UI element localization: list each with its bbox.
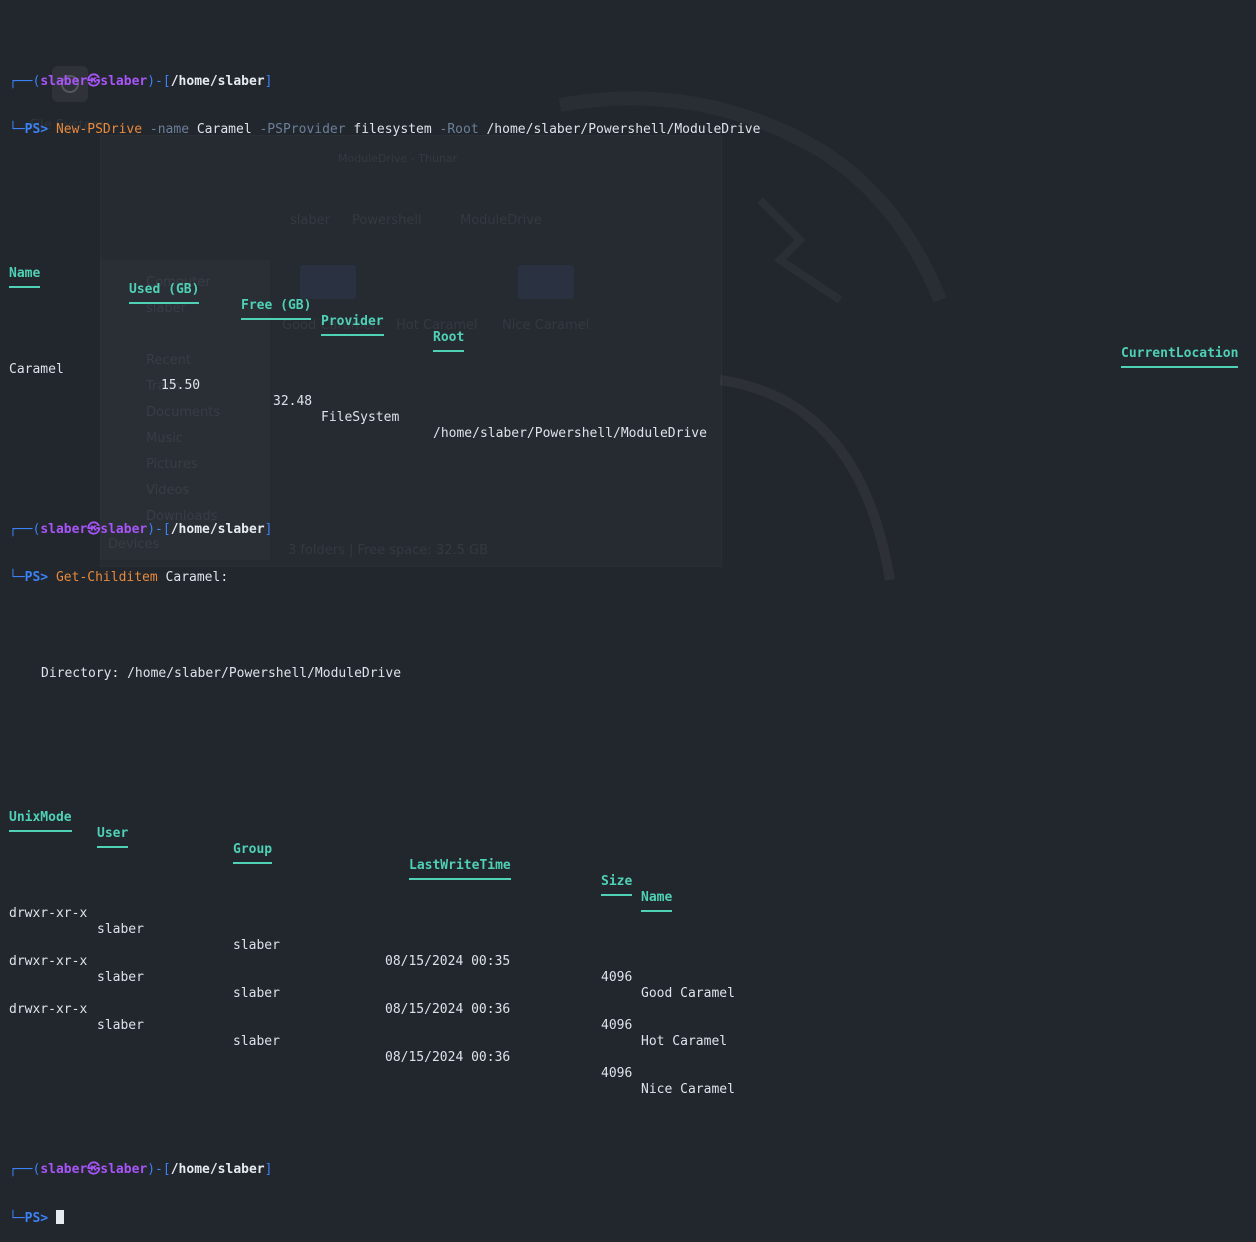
col-current-location: CurrentLocation bbox=[1121, 346, 1239, 368]
table-row: Caramel 15.50 32.48 FileSystem /home/sla… bbox=[9, 362, 707, 441]
prompt-path: /home/slaber bbox=[170, 1162, 265, 1177]
prompt-header: ┌──(slaber㉿slaber)-[/home/slaber] bbox=[9, 74, 273, 89]
col-lastwritetime: LastWriteTime bbox=[409, 858, 511, 880]
col-provider: Provider bbox=[321, 314, 384, 336]
text-cursor[interactable] bbox=[55, 1210, 64, 1224]
ps-prompt: PS> bbox=[24, 122, 49, 137]
terminal-output[interactable]: ┌──(slaber㉿slaber)-[/home/slaber] └─PS> … bbox=[9, 10, 1239, 1242]
prompt-user: slaber㉿slaber bbox=[40, 74, 148, 89]
directory-line: Directory: /home/slaber/Powershell/Modul… bbox=[41, 666, 402, 681]
col-group: Group bbox=[233, 842, 273, 864]
prompt-user: slaber㉿slaber bbox=[40, 1162, 148, 1177]
command-name: Get-Childitem bbox=[55, 570, 158, 585]
col-name: Name bbox=[9, 266, 41, 288]
col-user: User bbox=[97, 826, 129, 848]
table-row: drwxr-xr-x slaber slaber 08/15/2024 00:3… bbox=[9, 1002, 735, 1097]
ps-prompt: PS> bbox=[24, 570, 49, 585]
drive-table-header: Name Used (GB) Free (GB) Provider Root C… bbox=[9, 250, 1239, 368]
command-name: New-PSDrive bbox=[55, 122, 143, 137]
col-size: Size bbox=[601, 874, 633, 896]
prompt-user: slaber㉿slaber bbox=[40, 522, 148, 537]
command-line[interactable]: └─PS> bbox=[9, 1210, 760, 1226]
col-used: Used (GB) bbox=[129, 282, 200, 304]
child-table-header: UnixMode User Group LastWriteTime Size N… bbox=[9, 794, 760, 912]
table-row: drwxr-xr-x slaber slaber 08/15/2024 00:3… bbox=[9, 906, 735, 1001]
command-line: └─PS> Get-Childitem Caramel: bbox=[9, 570, 229, 585]
ps-prompt: PS> bbox=[24, 1211, 49, 1226]
col-root: Root bbox=[433, 330, 465, 352]
col-free: Free (GB) bbox=[241, 298, 312, 320]
prompt-header: ┌──(slaber㉿slaber)-[/home/slaber] bbox=[9, 522, 273, 537]
col-unixmode: UnixMode bbox=[9, 810, 72, 832]
prompt-path: /home/slaber bbox=[170, 74, 265, 89]
prompt-header: ┌──(slaber㉿slaber)-[/home/slaber] bbox=[9, 1162, 273, 1177]
command-line: └─PS> New-PSDrive -name Caramel -PSProvi… bbox=[9, 122, 761, 137]
table-row: drwxr-xr-x slaber slaber 08/15/2024 00:3… bbox=[9, 954, 728, 1049]
prompt-path: /home/slaber bbox=[170, 522, 265, 537]
